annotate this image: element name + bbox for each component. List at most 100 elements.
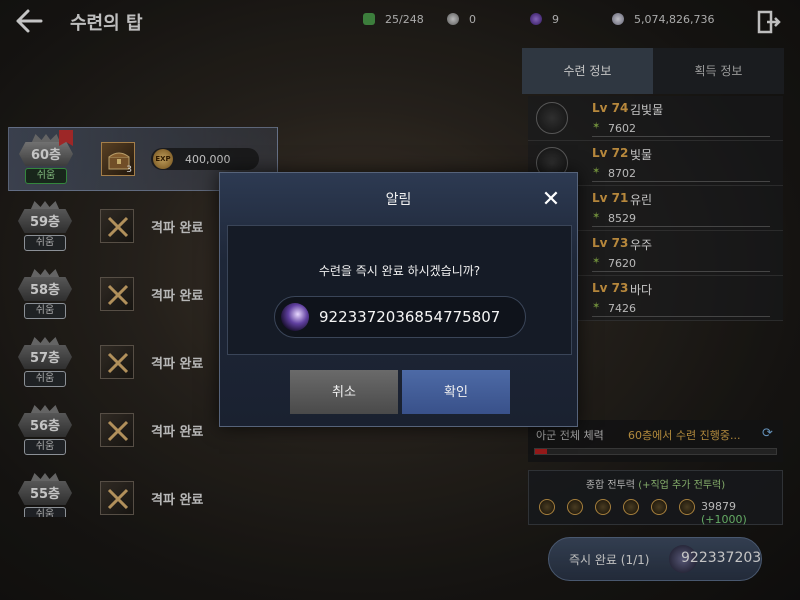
dialog-body: 수련을 즉시 완료 하시겠습니까? 9223372036854775807 [227, 225, 572, 355]
difficulty-label: 쉬움 [24, 303, 66, 319]
silver-coin-icon [612, 13, 624, 25]
army-hp-label: 아군 전체 체력 [536, 429, 604, 442]
power-bonus: (+1000) [701, 513, 747, 526]
member-level: Lv 72 [592, 146, 629, 160]
class-emblem-icon [623, 499, 639, 515]
member-level: Lv 73 [592, 236, 629, 250]
stamina-value: 25/248 [385, 12, 424, 26]
crossed-swords-icon [100, 481, 134, 515]
dialog-message: 수련을 즉시 완료 하시겠습니까? [318, 264, 481, 278]
confirm-button[interactable]: 확인 [402, 370, 510, 414]
member-power: 8529 [608, 212, 636, 225]
power-icon: ✶ [592, 301, 601, 312]
cleared-status: 격파 완료 [151, 221, 204, 236]
refresh-icon[interactable]: ⟳ [762, 426, 773, 441]
total-power-label: 종합 전투력 [585, 480, 636, 491]
class-emblem-icon [595, 499, 611, 515]
member-power: 7602 [608, 122, 636, 135]
top-bar: 수련의 탑 25/248 0 9 5,074,826,736 [0, 0, 800, 40]
cleared-status: 격파 완료 [151, 289, 204, 304]
training-status: 60층에서 수련 진행중... [628, 429, 741, 442]
confirm-dialog: 알림 ✕ 수련을 즉시 완료 하시겠습니까? 92233720368547758… [219, 172, 578, 427]
floor-number: 57층 [29, 351, 61, 366]
purple-gem-icon [281, 303, 309, 331]
total-power-title: 종합 전투력 (+직업 추가 전투력) [529, 476, 782, 491]
dialog-title: 알림 [385, 192, 412, 208]
page-title: 수련의 탑 [70, 13, 143, 34]
exp-icon: EXP [153, 149, 173, 169]
member-name: 바다 [630, 283, 653, 297]
member-power: 7426 [608, 302, 636, 315]
silver-orb-value: 0 [469, 12, 476, 26]
dialog-cost-amount: 9223372036854775807 [319, 308, 501, 326]
army-hp-fill [535, 449, 548, 454]
crossed-swords-icon [100, 277, 134, 311]
member-row[interactable]: Lv 74 김빛물 ✶ 7602 [528, 96, 783, 141]
exp-value: 400,000 [185, 152, 231, 166]
floor-number: 58층 [29, 283, 61, 298]
power-number: 39879 [701, 500, 736, 513]
reward-chest-item[interactable]: 3 [101, 142, 135, 176]
member-name: 우주 [630, 238, 653, 252]
class-emblem-icon [567, 499, 583, 515]
exit-door-icon[interactable] [757, 10, 781, 34]
total-power-value: 39879 (+1000) [701, 500, 782, 526]
cleared-status: 격파 완료 [151, 425, 204, 440]
close-icon[interactable]: ✕ [540, 189, 562, 211]
crossed-swords-icon [100, 345, 134, 379]
crossed-swords-icon [100, 413, 134, 447]
floor-row-55[interactable]: 55층 쉬움 격파 완료 [8, 467, 278, 517]
stamina-counter: 25/248 [363, 11, 424, 27]
class-emblem-icon [651, 499, 667, 515]
instant-complete-button[interactable]: 즉시 완료 (1/1) 9223372036854 [548, 537, 762, 581]
difficulty-label: 쉬움 [24, 371, 66, 387]
silver-coin-value: 5,074,826,736 [634, 12, 715, 26]
difficulty-label: 쉬움 [24, 507, 66, 517]
floor-number: 59층 [29, 215, 61, 230]
difficulty-label: 쉬움 [24, 235, 66, 251]
floor-badge: 58층 쉬움 [18, 269, 72, 321]
instant-complete-cost: 9223372036854 [681, 550, 762, 566]
floor-number: 56층 [29, 419, 61, 434]
crossed-swords-icon [100, 209, 134, 243]
class-emblem-icon [539, 499, 555, 515]
total-power-panel: 종합 전투력 (+직업 추가 전투력) 39879 (+1000) [528, 470, 783, 526]
class-icons [539, 499, 695, 515]
leaf-stamina-icon [363, 13, 375, 25]
floor-badge: 59층 쉬움 [18, 201, 72, 253]
purple-gem-counter: 9 [530, 11, 559, 27]
difficulty-label: 쉬움 [25, 168, 67, 184]
member-level: Lv 74 [592, 101, 629, 115]
floor-badge: 57층 쉬움 [18, 337, 72, 389]
tab-training-info[interactable]: 수련 정보 [522, 48, 653, 94]
cancel-button[interactable]: 취소 [290, 370, 398, 414]
purple-gem-value: 9 [552, 12, 559, 26]
member-name: 김빛물 [630, 103, 664, 117]
difficulty-label: 쉬움 [24, 439, 66, 455]
class-emblem-icon [679, 499, 695, 515]
silver-coin-counter: 5,074,826,736 [612, 11, 714, 27]
cleared-status: 격파 완료 [151, 493, 204, 508]
purple-gem-icon [530, 13, 542, 25]
exp-reward: EXP 400,000 [151, 148, 259, 170]
floor-badge: 56층 쉬움 [18, 405, 72, 457]
power-icon: ✶ [592, 256, 601, 267]
dialog-cost: 9223372036854775807 [274, 296, 526, 338]
side-panel: 수련 정보 획득 정보 [522, 48, 784, 94]
member-name: 빛물 [630, 148, 653, 162]
silver-orb-icon [447, 13, 459, 25]
tab-acquire-info[interactable]: 획득 정보 [653, 48, 784, 94]
floor-number: 55층 [29, 487, 61, 502]
instant-complete-label: 즉시 완료 (1/1) [569, 553, 650, 567]
member-power: 7620 [608, 257, 636, 270]
army-hp-bar [534, 448, 777, 455]
power-icon: ✶ [592, 211, 601, 222]
power-icon: ✶ [592, 121, 601, 132]
cleared-status: 격파 완료 [151, 357, 204, 372]
member-name: 유린 [630, 193, 653, 207]
class-emblem-icon [536, 102, 568, 134]
back-arrow-icon[interactable] [14, 8, 44, 34]
job-bonus-label: (+직업 추가 전투력) [638, 480, 726, 491]
member-level: Lv 71 [592, 191, 629, 205]
floor-number: 60층 [30, 148, 62, 163]
